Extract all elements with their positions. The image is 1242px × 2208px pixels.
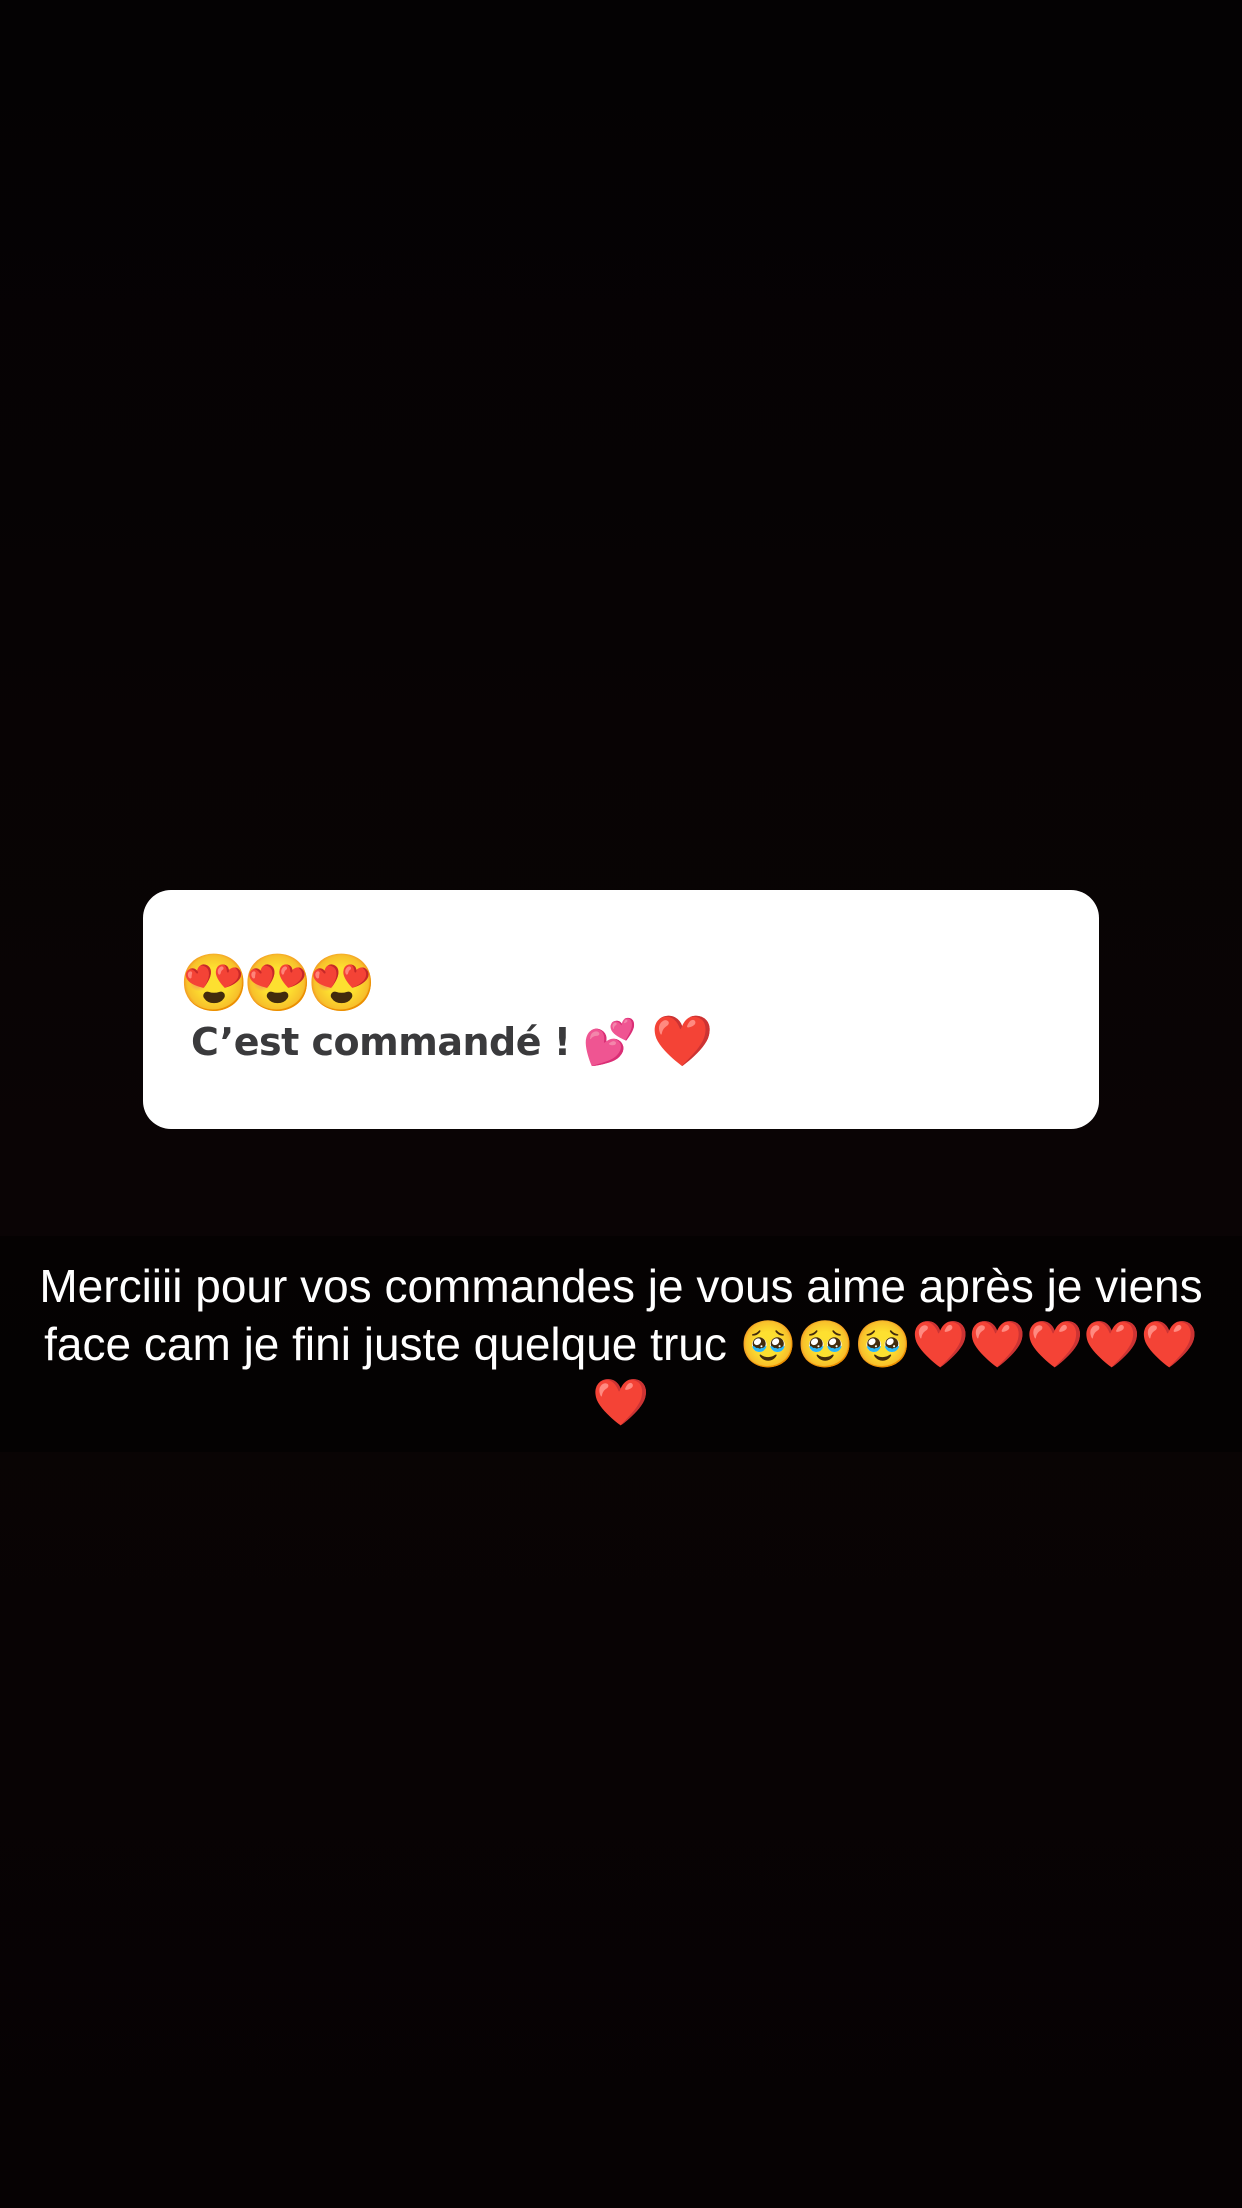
heart-eyes-emoji-row: 😍😍😍: [179, 951, 376, 1014]
two-hearts-icon: 💕: [582, 1017, 638, 1067]
caption-bar[interactable]: Merciiii pour vos commandes je vous aime…: [0, 1236, 1242, 1452]
story-sticker-card[interactable]: 😍😍😍 C’est commandé ! 💕 ❤️: [143, 890, 1099, 1129]
red-heart-icon: ❤️: [651, 1013, 714, 1069]
sticker-text: C’est commandé !: [191, 1019, 571, 1064]
sticker-text-row: C’est commandé ! 💕 ❤️: [191, 1012, 714, 1071]
caption-text: Merciiii pour vos commandes je vous aime…: [39, 1260, 1203, 1428]
